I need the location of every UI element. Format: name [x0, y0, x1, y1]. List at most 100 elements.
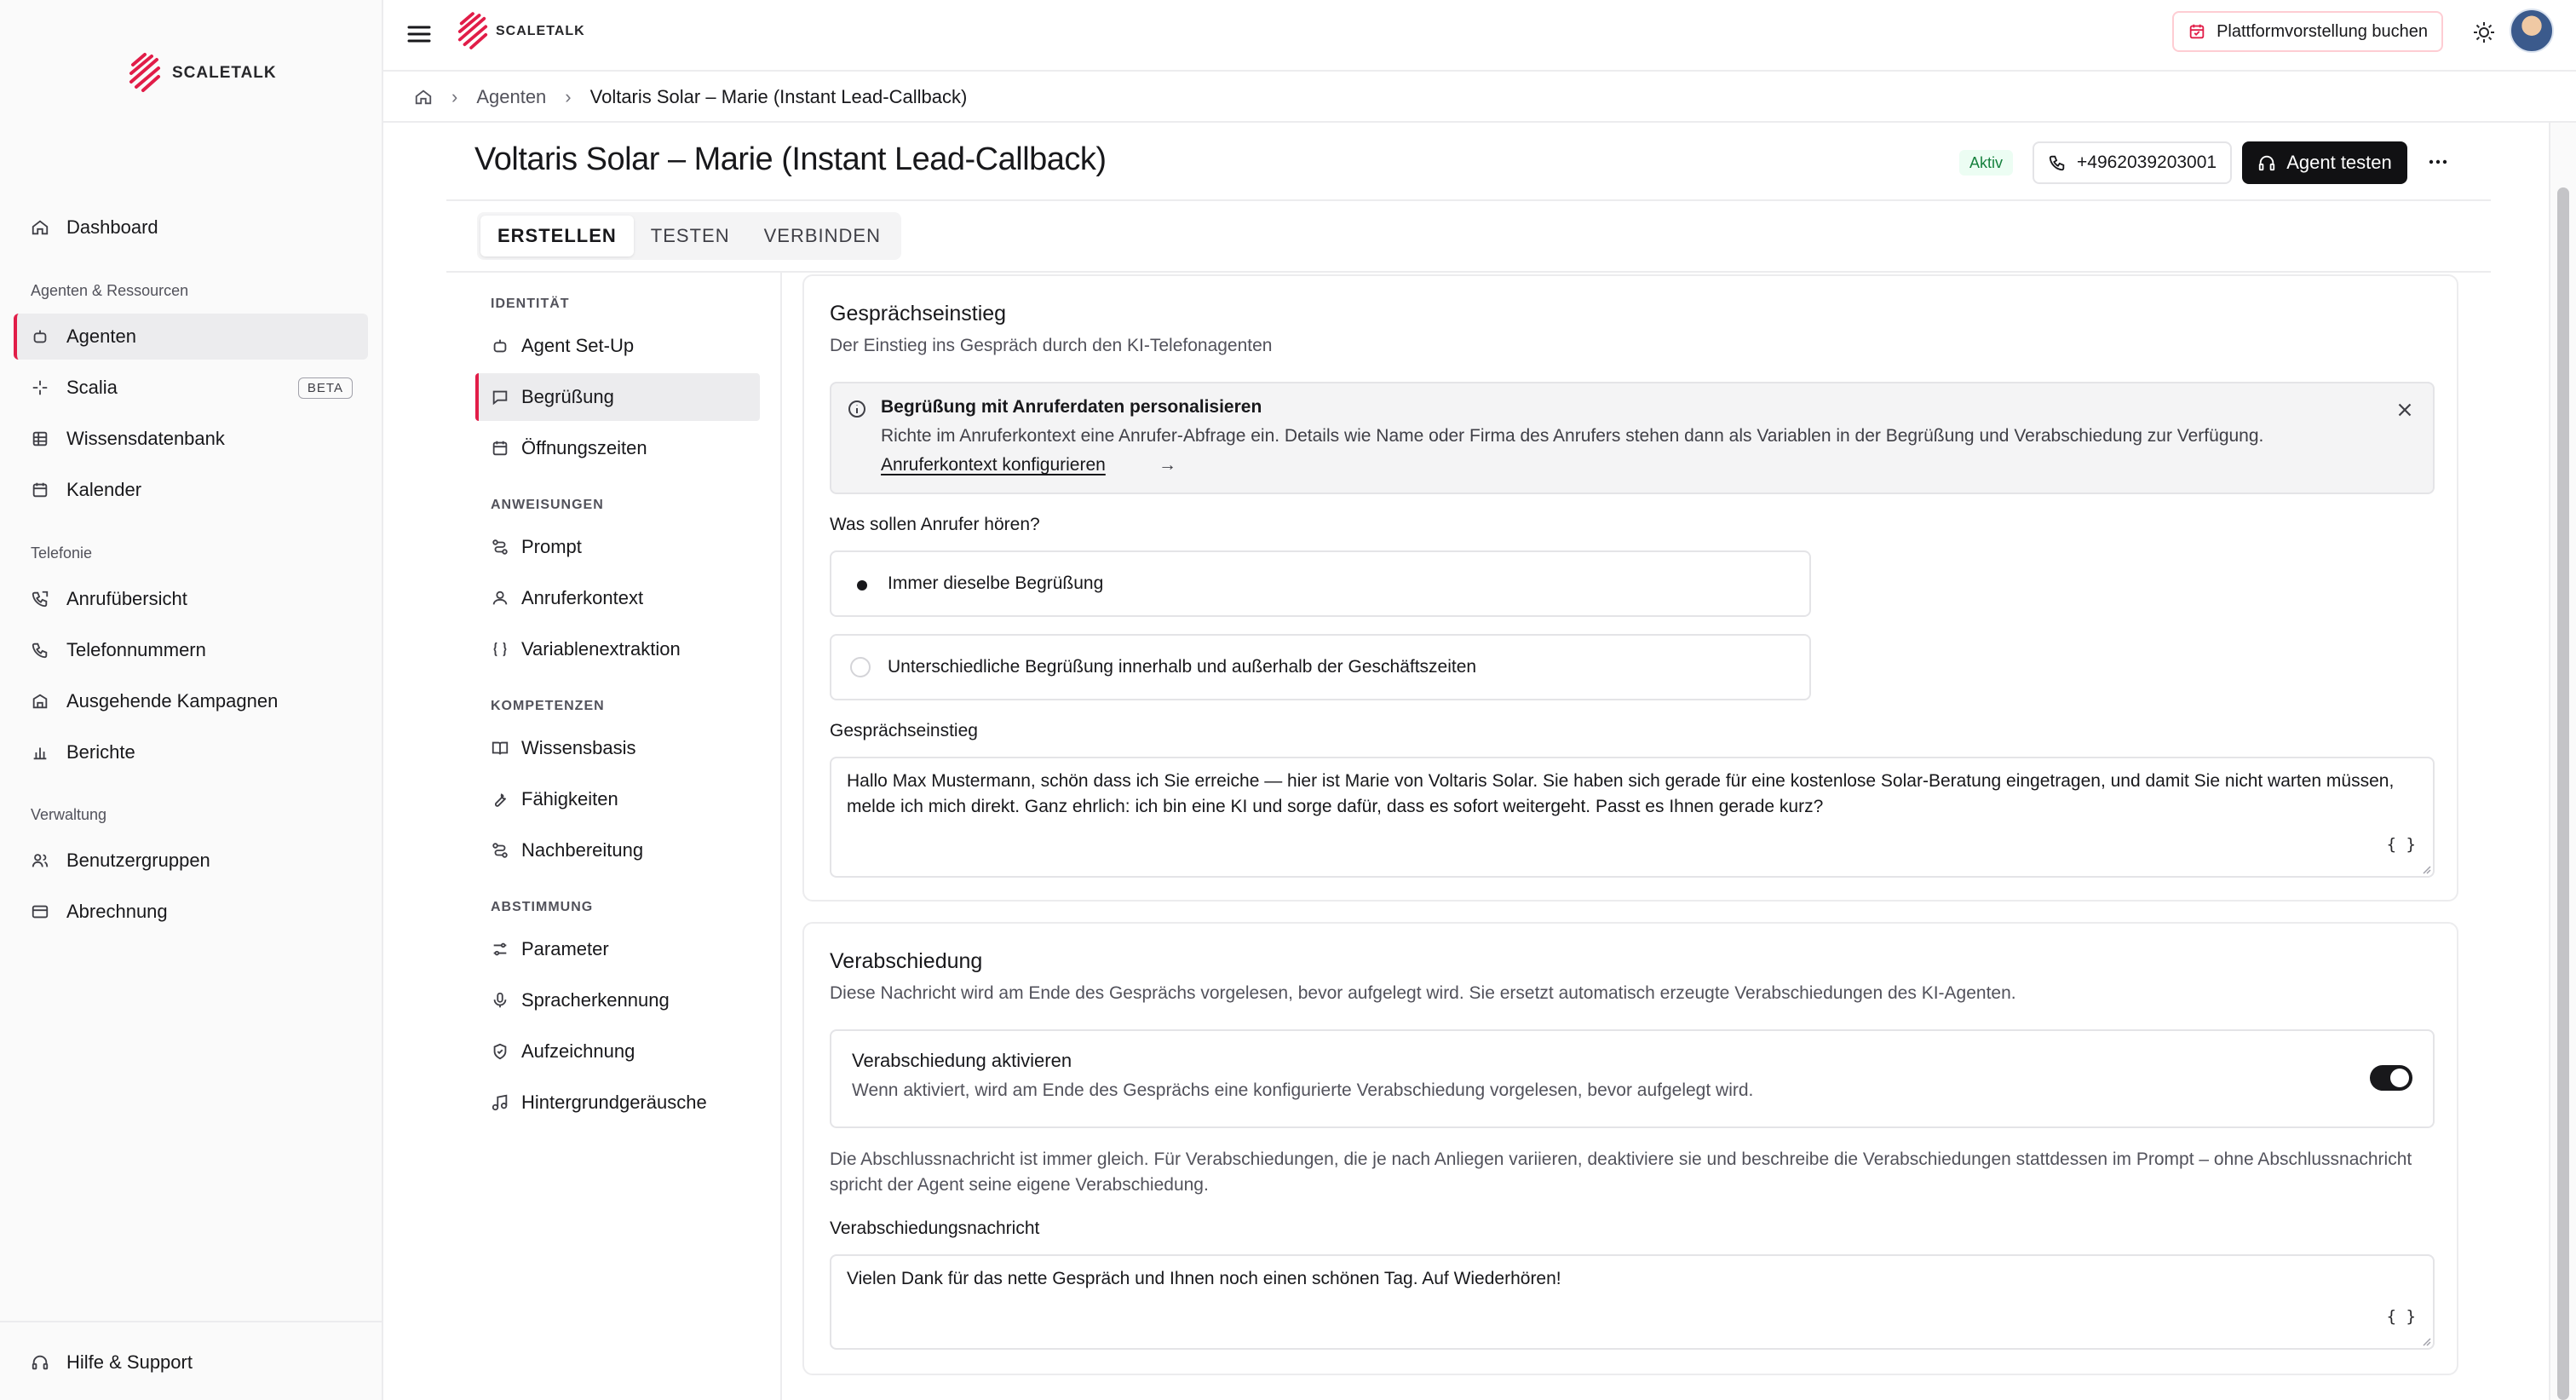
home-icon[interactable]: [414, 88, 433, 107]
radio-same-greeting[interactable]: Immer dieselbe Begrüßung: [830, 550, 1811, 617]
sidebar-item-help[interactable]: Hilfe & Support: [14, 1340, 370, 1386]
calendar-icon: [492, 441, 508, 456]
book-demo-button[interactable]: Plattformvorstellung buchen: [2172, 11, 2443, 52]
subnav-item-variablenextraktion[interactable]: Variablenextraktion: [475, 625, 760, 673]
insert-variable-button[interactable]: { }: [2387, 1304, 2416, 1329]
subnav-item-label: Begrüßung: [521, 386, 614, 407]
admin-nav: Verwaltung Benutzergruppen Abrechnung: [14, 800, 368, 935]
more-options-icon[interactable]: [2423, 147, 2453, 177]
subnav-item-hintergrundgeraeusche[interactable]: Hintergrundgeräusche: [475, 1079, 760, 1126]
farewell-field-label: Verabschiedungsnachricht: [830, 1219, 1040, 1238]
phone-log-icon: [32, 591, 49, 608]
resize-handle-icon[interactable]: [2421, 864, 2431, 874]
sidebar-item-scalia[interactable]: Scalia BETA: [14, 365, 368, 411]
sidebar-item-label: Kalender: [66, 479, 142, 500]
sidebar-item-agenten[interactable]: Agenten: [14, 314, 368, 360]
resize-handle-icon[interactable]: [2421, 1336, 2431, 1346]
farewell-textarea[interactable]: Vielen Dank für das nette Gespräch und I…: [830, 1254, 2435, 1350]
greeting-card: Gesprächseinstieg Der Einstieg ins Gespr…: [802, 274, 2458, 902]
sidebar-item-wissensdatenbank[interactable]: Wissensdatenbank: [14, 416, 368, 462]
sidebar-section-telephony: Telefonie: [31, 544, 93, 562]
top-brand-logo[interactable]: SCALETALK: [457, 12, 585, 51]
sidebar-item-label: Wissensdatenbank: [66, 428, 225, 449]
subnav-item-label: Nachbereitung: [521, 839, 644, 861]
sliders-icon: [493, 942, 507, 956]
calendar-icon: [32, 482, 48, 498]
settings-subnav: IDENTITÄT Agent Set-Up Begrüßung Öffnung…: [475, 290, 760, 1126]
radio-business-hours-greeting[interactable]: Unterschiedliche Begrüßung innerhalb und…: [830, 634, 1811, 700]
main-nav: Dashboard: [14, 205, 368, 251]
breadcrumb-agenten[interactable]: Agenten: [476, 86, 546, 108]
subnav-section-tuning: ABSTIMMUNG: [491, 900, 594, 914]
subnav-item-prompt[interactable]: Prompt: [475, 523, 760, 571]
sidebar-item-label: Scalia: [66, 377, 118, 398]
subnav-item-spracherkennung[interactable]: Spracherkennung: [475, 977, 760, 1024]
insert-variable-button[interactable]: { }: [2387, 832, 2416, 857]
subnav-item-anruferkontext[interactable]: Anruferkontext: [475, 574, 760, 622]
sidebar-item-benutzergruppen[interactable]: Benutzergruppen: [14, 838, 368, 884]
sidebar-item-label: Dashboard: [66, 216, 158, 238]
sidebar-item-anrufuebersicht[interactable]: Anrufübersicht: [14, 576, 368, 622]
sidebar-item-kalender[interactable]: Kalender: [14, 467, 368, 513]
farewell-toggle-switch[interactable]: [2370, 1065, 2412, 1091]
sidebar-item-label: Ausgehende Kampagnen: [66, 690, 279, 712]
radio-indicator[interactable]: [850, 657, 871, 677]
arrow-right-icon: →: [1159, 455, 1176, 475]
info-title: Begrüßung mit Anruferdaten personalisier…: [881, 397, 1262, 417]
test-agent-button[interactable]: Agent testen: [2242, 141, 2407, 184]
hamburger-menu-icon[interactable]: [402, 17, 436, 51]
tab-erstellen[interactable]: ERSTELLEN: [480, 216, 634, 256]
campaign-icon: [32, 694, 48, 709]
users-icon: [32, 854, 49, 867]
subnav-section-skills: KOMPETENZEN: [491, 699, 605, 713]
subnav-item-parameter[interactable]: Parameter: [475, 925, 760, 973]
subnav-item-label: Öffnungszeiten: [521, 437, 647, 458]
info-text: Richte im Anruferkontext eine Anrufer-Ab…: [881, 426, 2264, 446]
sidebar-item-label: Agenten: [66, 326, 136, 347]
sidebar-section-resources: Agenten & Ressourcen: [31, 281, 189, 299]
sidebar-item-dashboard[interactable]: Dashboard: [14, 205, 368, 251]
header-divider: [446, 199, 2491, 201]
subnav-item-aufzeichnung[interactable]: Aufzeichnung: [475, 1028, 760, 1075]
close-icon[interactable]: [2394, 399, 2416, 421]
greeting-textarea[interactable]: Hallo Max Mustermann, schön dass ich Sie…: [830, 757, 2435, 878]
sidebar-item-abrechnung[interactable]: Abrechnung: [14, 889, 368, 935]
sun-icon[interactable]: [2467, 15, 2501, 49]
message-icon: [492, 390, 508, 406]
configure-caller-context-link[interactable]: Anruferkontext konfigurieren: [881, 455, 1106, 475]
subnav-item-nachbereitung[interactable]: Nachbereitung: [475, 827, 760, 874]
sidebar-item-berichte[interactable]: Berichte: [14, 729, 368, 775]
brand-logo[interactable]: SCALETALK: [128, 53, 277, 94]
farewell-note: Die Abschlussnachricht ist immer gleich.…: [830, 1149, 2412, 1195]
telephony-nav: Telefonie Anrufübersicht Telefonnummern …: [14, 539, 368, 775]
subnav-item-label: Prompt: [521, 536, 582, 557]
phone-number-button[interactable]: +4962039203001: [2033, 141, 2233, 184]
radio-label: Immer dieselbe Begrüßung: [888, 573, 1104, 593]
sidebar-item-telefonnummern[interactable]: Telefonnummern: [14, 627, 368, 673]
farewell-toggle-box: Verabschiedung aktivieren Wenn aktiviert…: [830, 1029, 2435, 1128]
tab-verbinden[interactable]: VERBINDEN: [747, 216, 898, 256]
toggle-title: Verabschiedung aktivieren: [852, 1050, 1072, 1071]
headphones-icon: [2259, 155, 2275, 171]
user-icon: [492, 591, 508, 605]
scrollbar-thumb[interactable]: [2557, 187, 2569, 1400]
subnav-item-faehigkeiten[interactable]: Fähigkeiten: [475, 775, 760, 823]
mic-icon: [493, 992, 507, 1008]
subnav-item-oeffnungszeiten[interactable]: Öffnungszeiten: [475, 424, 760, 472]
subnav-item-wissensbasis[interactable]: Wissensbasis: [475, 724, 760, 772]
sidebar-item-label: Anrufübersicht: [66, 588, 187, 609]
sidebar-section-admin: Verwaltung: [31, 805, 107, 823]
user-avatar[interactable]: [2510, 9, 2554, 53]
resources-nav: Agenten & Ressourcen Agenten Scalia BETA…: [14, 276, 368, 513]
subnav-item-agent-setup[interactable]: Agent Set-Up: [475, 322, 760, 370]
subnav-item-begruessung[interactable]: Begrüßung: [475, 373, 760, 421]
agent-tabs: ERSTELLEN TESTEN VERBINDEN: [477, 212, 901, 260]
subnav-item-label: Hintergrundgeräusche: [521, 1092, 707, 1113]
tab-testen[interactable]: TESTEN: [634, 216, 747, 256]
greeting-field-label: Gesprächseinstieg: [830, 721, 978, 740]
radio-indicator[interactable]: [850, 573, 871, 594]
sparkle-icon: [32, 380, 48, 395]
sidebar-item-kampagnen[interactable]: Ausgehende Kampagnen: [14, 678, 368, 724]
route-icon: [492, 539, 508, 555]
